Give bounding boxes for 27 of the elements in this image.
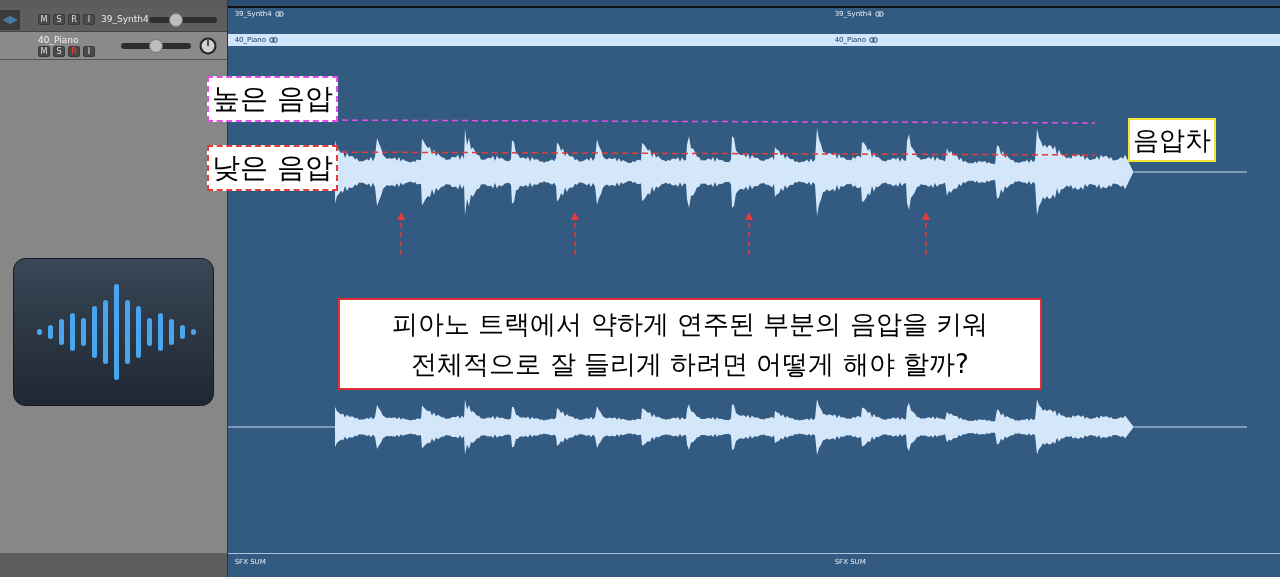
track-row[interactable]: M S R I 39_Synth4 [0,8,227,32]
track-button[interactable]: I [83,14,95,25]
loop-icon [869,37,879,43]
dashed-arrow [396,212,405,256]
track-button[interactable]: M [38,45,50,57]
track-name: 39_Synth4 [101,12,149,26]
track-name: 40_Piano [38,34,80,45]
track-button[interactable]: S [53,45,65,57]
waveform-icon [3,15,17,24]
dashed-arrow [570,212,579,256]
track-button[interactable]: I [83,45,95,57]
track-button[interactable]: R [68,14,80,25]
track-button[interactable]: S [53,14,65,25]
loop-icon [269,37,279,43]
annotation-label: 낮은 음압 [207,145,338,191]
loop-icon [274,11,284,17]
loop-icon [874,11,884,17]
slider-thumb[interactable] [148,38,163,53]
question-text: 피아노 트랙에서 약하게 연주된 부분의 음압을 키워 전체적으로 잘 들리게 하려면 어떻게 해야 할까? [338,298,1042,390]
dashed-arrow [921,212,930,256]
annotation-label: 높은 음압 [207,76,338,122]
slider-thumb[interactable] [168,12,183,27]
pan-knob-icon[interactable] [198,36,217,55]
app-icon [12,257,214,406]
annotation-label: 음압차 [1128,118,1216,162]
dashed-arrow [744,212,753,256]
track-button[interactable]: M [38,14,50,25]
